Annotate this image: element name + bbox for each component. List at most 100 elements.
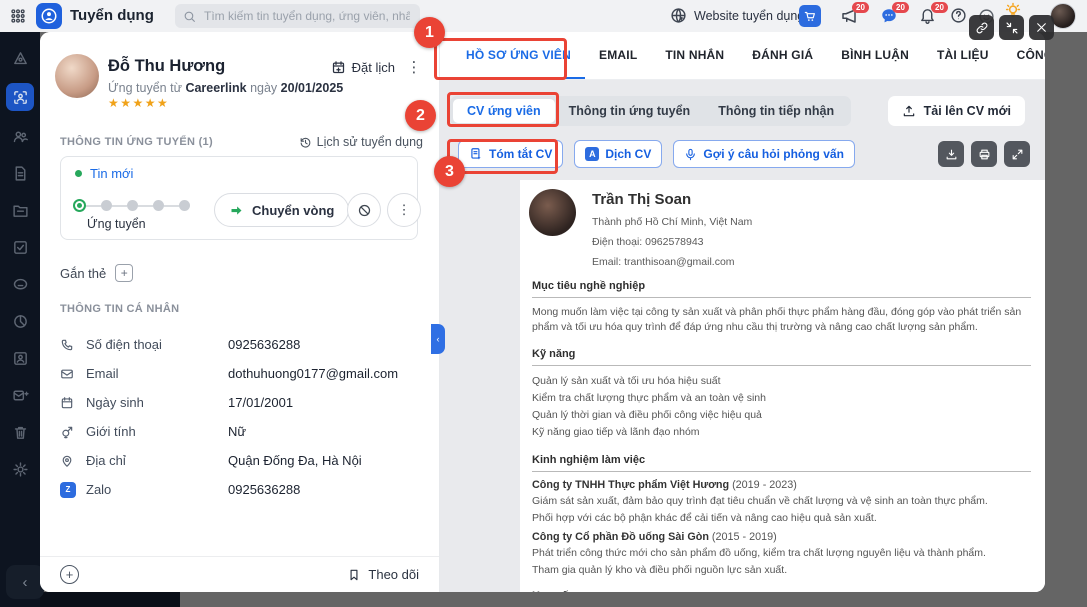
annotation-circle-1: 1 — [414, 17, 445, 48]
reject-button[interactable] — [347, 193, 381, 227]
cv-skill-item: Kiểm tra chất lượng thực phẩm và an toàn… — [532, 392, 766, 404]
applied-info: Ứng tuyển từ Careerlink ngày 20/01/2025 — [108, 81, 344, 95]
schedule-button[interactable]: Đặt lịch — [331, 60, 395, 75]
fullscreen-icon[interactable] — [1004, 141, 1030, 167]
slash-circle-icon — [358, 204, 370, 216]
sidebar-item-campaigns[interactable] — [8, 383, 32, 407]
announcements-icon[interactable]: 20 — [840, 2, 869, 25]
cv-company-2: Công ty Cổ phần Đồ uống Sài Gòn (2015 - … — [532, 531, 777, 543]
calendar-plus-icon — [332, 61, 344, 74]
applied-source: Careerlink — [185, 81, 247, 95]
website-globe-icon[interactable] — [670, 7, 687, 24]
stage-stepper — [73, 199, 190, 212]
stage-more-button[interactable]: ⋮ — [387, 193, 421, 227]
help-icon[interactable] — [950, 7, 967, 24]
search-icon — [183, 10, 196, 23]
applied-date: 20/01/2025 — [280, 81, 344, 95]
panel-footer: + Theo dõi — [40, 556, 439, 592]
sidebar-item-reports[interactable] — [8, 309, 32, 333]
phone-icon — [60, 338, 86, 352]
cv-exp-line: Tham gia quản lý kho và điều phối nguồn … — [532, 564, 788, 576]
cv-company-1: Công ty TNHH Thực phẩm Việt Hương (2019 … — [532, 479, 797, 491]
tab-binh-luan[interactable]: BÌNH LUẬN — [827, 32, 923, 79]
follow-button[interactable]: Theo dõi — [347, 567, 419, 582]
cv-skill-item: Kỹ năng giao tiếp và lãnh đạo nhóm — [532, 426, 700, 438]
annotation-circle-2: 2 — [405, 100, 436, 131]
cv-education-title: Học vấn — [532, 590, 1031, 592]
cv-photo — [529, 189, 576, 236]
stage-step-active[interactable] — [73, 199, 86, 212]
info-row-zalo: Z Zalo 0925636288 — [60, 475, 423, 504]
screen: Tuyển dụng Website tuyển dụng 20 20 20 — [0, 0, 1087, 607]
history-link[interactable]: Lịch sử tuyển dụng — [299, 135, 423, 149]
sidebar-item-jobs[interactable] — [8, 161, 32, 185]
add-button[interactable]: + — [60, 565, 79, 584]
cv-phone: Điện thoại: 0962578943 — [592, 236, 704, 248]
add-tag-button[interactable]: + — [115, 264, 134, 282]
more-actions-icon[interactable]: ⋮ — [405, 58, 423, 76]
panel-collapse-handle[interactable]: ‹ — [431, 324, 445, 354]
sidebar-collapse-button[interactable]: ‹ — [6, 565, 44, 599]
stage-step[interactable] — [127, 200, 138, 211]
history-icon — [300, 137, 310, 148]
cv-location: Thành phố Hồ Chí Minh, Việt Nam — [592, 216, 753, 228]
annotation-box-1 — [434, 38, 567, 80]
candidate-panel: Đỗ Thu Hương Đặt lịch ⋮ Ứng tuyển từ Car… — [40, 32, 440, 592]
messages-icon[interactable]: 20 — [880, 2, 909, 25]
sidebar-item-tasks[interactable] — [8, 235, 32, 259]
download-icon[interactable] — [938, 141, 964, 167]
candidate-avatar — [55, 54, 99, 98]
upload-cv-button[interactable]: Tải lên CV mới — [887, 96, 1025, 126]
green-dot-icon — [75, 170, 82, 177]
cv-actions — [938, 141, 1030, 167]
info-row-phone: Số điện thoại 0925636288 — [60, 330, 423, 359]
link-icon[interactable] — [969, 15, 994, 40]
mail-icon — [60, 367, 86, 381]
info-row-gender: Giới tính Nữ — [60, 417, 423, 446]
topbar: Tuyển dụng Website tuyển dụng 20 20 20 — [0, 0, 1087, 32]
stage-step[interactable] — [153, 200, 164, 211]
global-search[interactable] — [175, 4, 420, 28]
info-row-address: Địa chỉ Quận Đống Đa, Hà Nội — [60, 446, 423, 475]
sidebar-item-profiles[interactable] — [8, 346, 32, 370]
sidebar-item-inbox[interactable] — [8, 272, 32, 296]
tab-danh-gia[interactable]: ĐÁNH GIÁ — [738, 32, 827, 79]
interview-questions-button[interactable]: Gợi ý câu hỏi phỏng vấn — [673, 140, 855, 168]
shrink-icon[interactable] — [999, 15, 1024, 40]
print-icon[interactable] — [971, 141, 997, 167]
sidebar-item-users[interactable] — [8, 124, 32, 148]
search-input[interactable] — [202, 8, 412, 24]
app-logo-icon[interactable] — [36, 3, 62, 29]
cart-icon[interactable] — [799, 5, 821, 27]
app-launcher-icon[interactable] — [10, 8, 26, 24]
application-stage-card: Tin mới Ứng tuyển Chuyển vòng ⋮ — [60, 156, 421, 240]
move-round-button[interactable]: Chuyển vòng — [214, 193, 350, 227]
tags-label: Gắn thẻ — [60, 265, 107, 281]
sidebar-item-trash[interactable] — [8, 420, 32, 444]
tab-email[interactable]: EMAIL — [585, 32, 651, 79]
rating-stars[interactable]: ★★★★★ — [108, 96, 169, 110]
announcements-badge: 20 — [852, 2, 869, 13]
cv-name: Trần Thị Soan — [592, 191, 692, 208]
pin-icon — [60, 454, 86, 468]
job-status-label[interactable]: Tin mới — [90, 166, 133, 181]
stage-step[interactable] — [101, 200, 112, 211]
calendar-icon — [60, 396, 86, 410]
sidebar-item-settings[interactable] — [8, 457, 32, 481]
subtab-thong-tin-ung-tuyen[interactable]: Thông tin ứng tuyển — [555, 99, 705, 123]
notifications-badge: 20 — [931, 2, 948, 13]
sidebar-item-dashboard[interactable] — [8, 46, 32, 70]
sidebar-item-folders[interactable] — [8, 198, 32, 222]
website-link[interactable]: Website tuyển dụng — [694, 9, 804, 23]
close-icon[interactable] — [1029, 15, 1054, 40]
notifications-icon[interactable]: 20 — [919, 2, 948, 24]
job-status[interactable]: Tin mới — [75, 166, 133, 181]
application-section-header: THÔNG TIN ỨNG TUYỂN (1) Lịch sử tuyển dụ… — [60, 135, 423, 149]
stage-step[interactable] — [179, 200, 190, 211]
capture-toolbar — [969, 15, 1054, 40]
translate-cv-button[interactable]: A Dịch CV — [574, 140, 663, 168]
tab-tin-nhan[interactable]: TIN NHẮN — [651, 32, 738, 79]
cv-document[interactable]: Trần Thị Soan Thành phố Hồ Chí Minh, Việ… — [520, 180, 1045, 592]
sidebar-item-candidates[interactable] — [6, 83, 34, 111]
subtab-thong-tin-tiep-nhan[interactable]: Thông tin tiếp nhận — [704, 99, 848, 123]
